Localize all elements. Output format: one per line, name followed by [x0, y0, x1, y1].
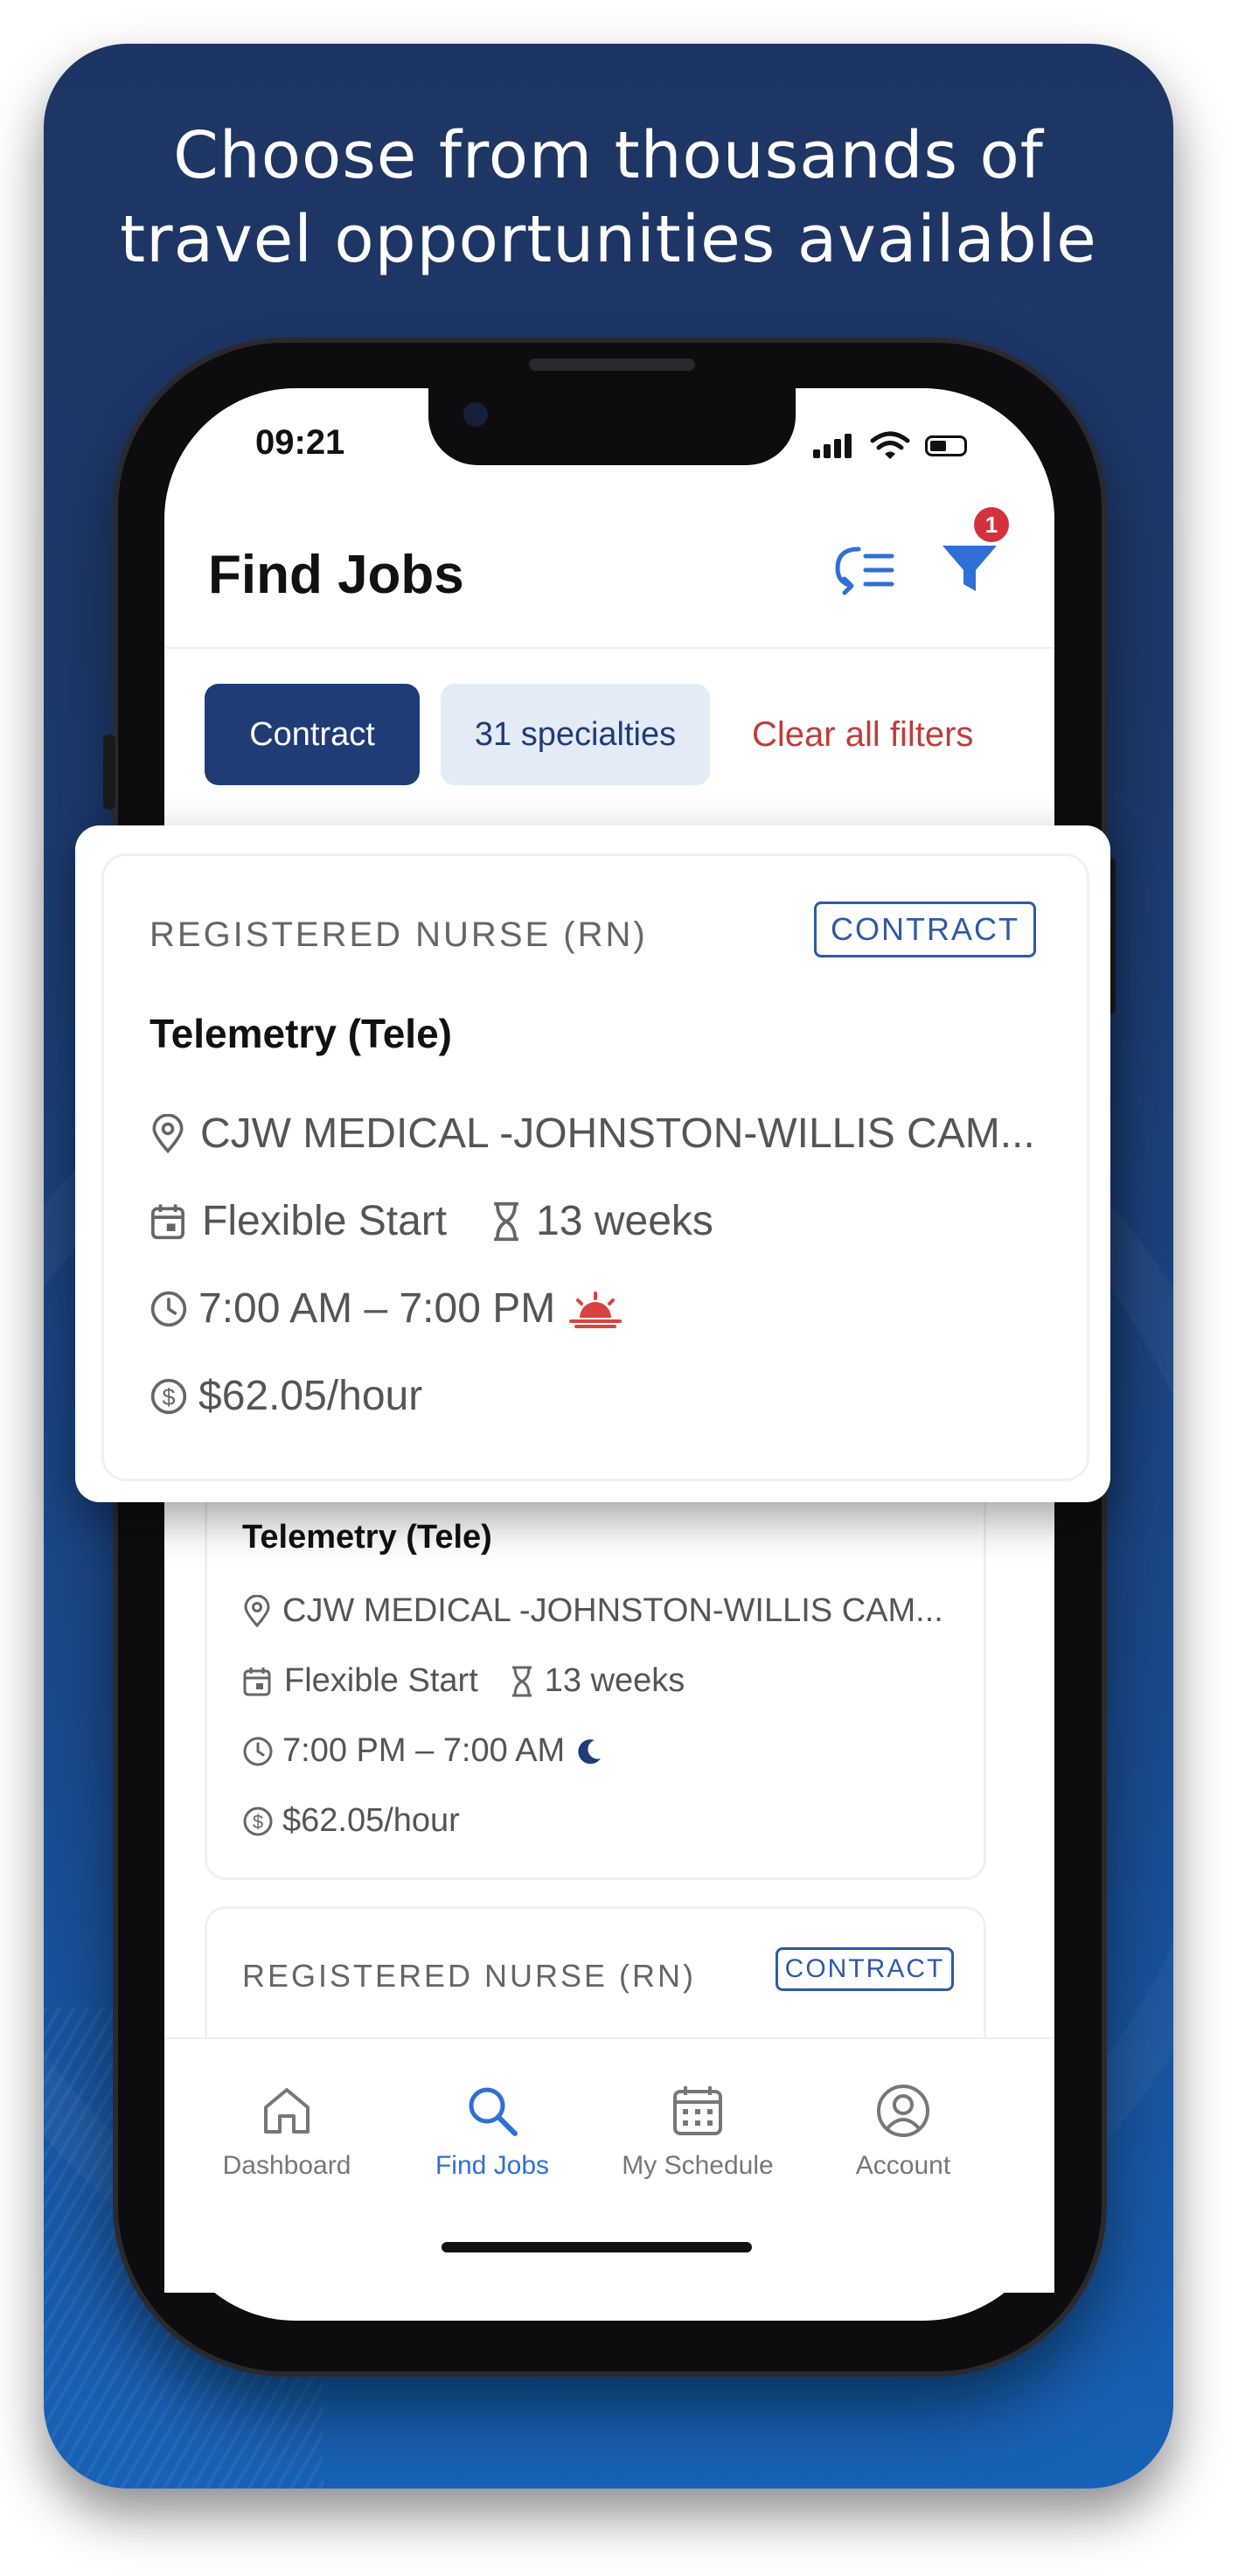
filter-icon[interactable] — [939, 535, 1000, 598]
job-start: Flexible Start — [284, 1662, 478, 1699]
job-shift: 7:00 AM – 7:00 PM — [198, 1285, 556, 1332]
promo-headline: Choose from thousands of travel opportun… — [44, 114, 1173, 282]
featured-job-card-inner: REGISTERED NURSE (RN) CONTRACT Telemetry… — [101, 853, 1089, 1481]
job-pay-row: $ $62.05/hour — [242, 1802, 460, 1840]
job-pay-row: $ $62.05/hour — [150, 1372, 422, 1420]
home-indicator — [442, 2242, 752, 2252]
job-facility-row: CJW MEDICAL -JOHNSTON-WILLIS CAM... — [150, 1110, 1035, 1158]
contract-tag: CONTRACT — [814, 902, 1036, 957]
tab-label: Account — [855, 2151, 951, 2180]
job-schedule-row: Flexible Start 13 weeks — [150, 1197, 713, 1245]
job-facility: CJW MEDICAL -JOHNSTON-WILLIS CAM... — [200, 1110, 1035, 1157]
job-pay: $62.05/hour — [198, 1373, 423, 1419]
tab-find-jobs[interactable]: Find Jobs — [392, 2083, 593, 2181]
home-icon — [264, 2088, 310, 2134]
job-facility: CJW MEDICAL -JOHNSTON-WILLIS CAM... — [282, 1592, 943, 1629]
phone-speaker — [529, 359, 695, 371]
status-icons — [813, 428, 997, 463]
phone-notch — [428, 388, 796, 465]
tab-account[interactable]: Account — [803, 2083, 1004, 2181]
status-time: 09:21 — [255, 423, 345, 462]
specialties-filter-chip[interactable]: 31 specialties — [441, 684, 710, 785]
location-pin-icon — [244, 1594, 270, 1627]
tab-label: Dashboard — [222, 2151, 351, 2180]
job-role: REGISTERED NURSE (RN) — [242, 1958, 697, 1994]
user-icon — [877, 2085, 929, 2137]
clock-icon — [243, 1737, 273, 1765]
contract-tag: CONTRACT — [776, 1947, 954, 1991]
battery-icon — [925, 435, 967, 456]
wifi-icon — [870, 431, 910, 459]
moon-icon — [578, 1738, 602, 1764]
hourglass-icon — [494, 1201, 519, 1241]
sunrise-icon — [569, 1291, 623, 1328]
tab-my-schedule[interactable]: My Schedule — [597, 2083, 798, 2181]
location-pin-icon — [152, 1113, 184, 1153]
job-specialty: Telemetry (Tele) — [242, 1519, 492, 1556]
featured-job-card[interactable]: REGISTERED NURSE (RN) CONTRACT Telemetry… — [75, 825, 1110, 1502]
job-start: Flexible Start — [202, 1198, 448, 1244]
promo-headline-line2: travel opportunities available — [120, 202, 1097, 277]
svg-text:$: $ — [253, 1811, 263, 1833]
job-role: REGISTERED NURSE (RN) — [150, 916, 648, 954]
job-duration: 13 weeks — [544, 1662, 685, 1699]
promo-headline-line1: Choose from thousands of — [173, 118, 1044, 193]
job-facility-row: CJW MEDICAL -JOHNSTON-WILLIS CAM... — [242, 1592, 943, 1630]
dollar-icon: $ — [243, 1807, 273, 1835]
filter-count-badge: 1 — [974, 507, 1009, 542]
dollar-icon: $ — [150, 1378, 187, 1414]
phone-side-button — [103, 735, 115, 810]
job-shift-row: 7:00 AM – 7:00 PM — [150, 1285, 623, 1333]
job-pay: $62.05/hour — [282, 1802, 460, 1839]
calendar-start-icon — [151, 1203, 184, 1239]
header-divider — [164, 647, 1054, 649]
clear-all-filters-link[interactable]: Clear all filters — [752, 715, 973, 755]
clock-icon — [150, 1291, 187, 1326]
job-shift: 7:00 PM – 7:00 AM — [282, 1732, 566, 1769]
job-duration: 13 weeks — [536, 1198, 713, 1244]
page-title: Find Jobs — [208, 545, 464, 605]
tab-label: Find Jobs — [435, 2151, 550, 2180]
search-icon — [469, 2087, 518, 2136]
hourglass-icon — [511, 1666, 532, 1696]
job-shift-row: 7:00 PM – 7:00 AM — [242, 1732, 603, 1770]
sort-icon[interactable] — [832, 544, 895, 596]
calendar-icon — [673, 2086, 722, 2135]
calendar-start-icon — [243, 1667, 271, 1695]
tab-label: My Schedule — [622, 2151, 774, 2180]
front-camera — [463, 402, 488, 427]
svg-text:$: $ — [163, 1383, 176, 1410]
job-schedule-row: Flexible Start 13 weeks — [242, 1662, 685, 1700]
contract-filter-chip[interactable]: Contract — [205, 684, 420, 785]
tab-dashboard[interactable]: Dashboard — [186, 2083, 387, 2181]
job-specialty: Telemetry (Tele) — [150, 1011, 452, 1056]
job-card[interactable]: Telemetry (Tele) CJW MEDICAL -JOHNSTON-W… — [205, 1478, 986, 1880]
